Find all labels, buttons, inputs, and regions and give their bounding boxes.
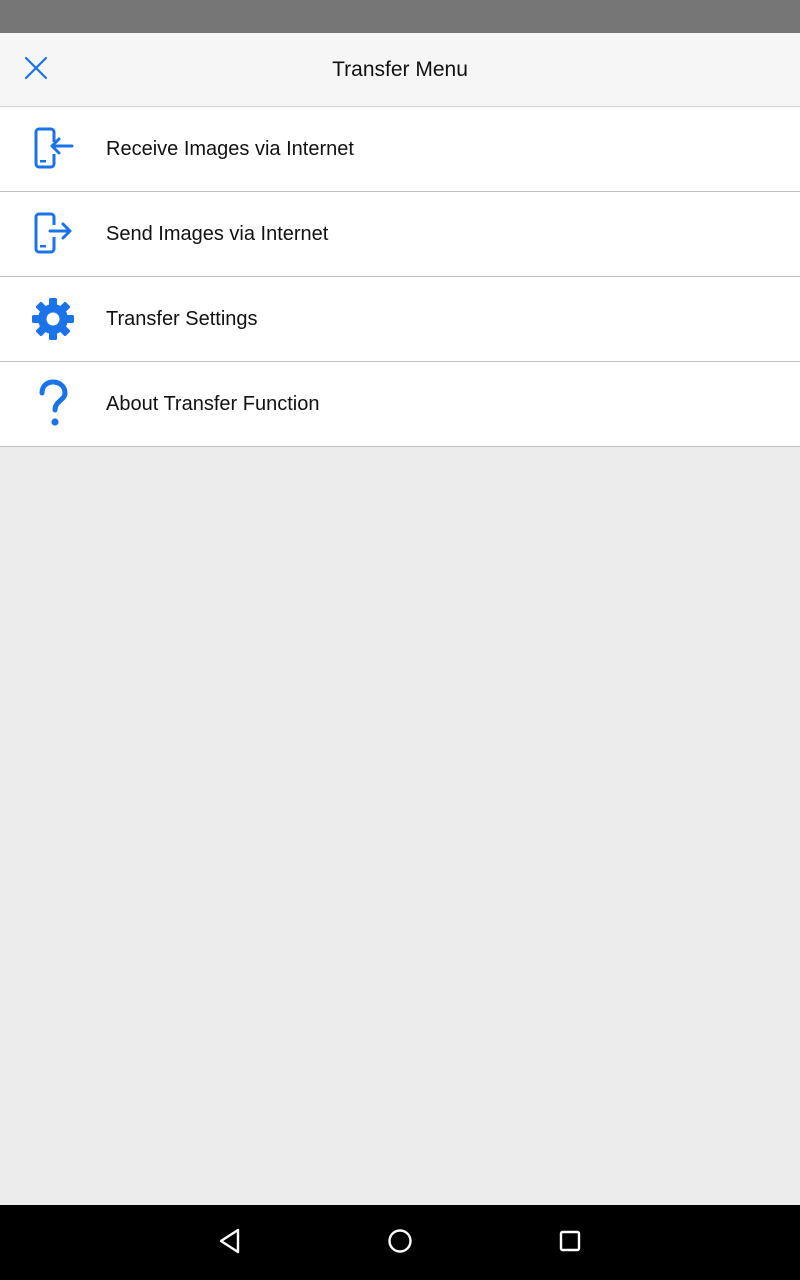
screen: Transfer Menu Receive Images via Interne… bbox=[0, 0, 800, 1280]
menu-item-about-transfer[interactable]: About Transfer Function bbox=[0, 362, 800, 447]
gear-icon bbox=[28, 294, 78, 344]
page-title: Transfer Menu bbox=[332, 58, 468, 81]
back-button[interactable] bbox=[208, 1221, 252, 1265]
menu-item-label: About Transfer Function bbox=[106, 392, 320, 415]
menu-item-label: Receive Images via Internet bbox=[106, 137, 354, 160]
menu-item-send-images[interactable]: Send Images via Internet bbox=[0, 192, 800, 277]
app-header: Transfer Menu bbox=[0, 33, 800, 107]
menu-item-label: Send Images via Internet bbox=[106, 222, 329, 245]
menu-item-transfer-settings[interactable]: Transfer Settings bbox=[0, 277, 800, 362]
close-icon bbox=[24, 56, 48, 85]
question-icon bbox=[28, 379, 78, 429]
close-button[interactable] bbox=[14, 48, 58, 92]
recents-button[interactable] bbox=[548, 1221, 592, 1265]
recents-square-icon bbox=[557, 1228, 583, 1259]
back-triangle-icon bbox=[217, 1227, 243, 1260]
status-bar bbox=[0, 0, 800, 33]
home-button[interactable] bbox=[378, 1221, 422, 1265]
menu-item-label: Transfer Settings bbox=[106, 307, 258, 330]
menu-item-receive-images[interactable]: Receive Images via Internet bbox=[0, 107, 800, 192]
system-nav-bar bbox=[0, 1205, 800, 1280]
phone-send-icon bbox=[28, 209, 78, 259]
phone-receive-icon bbox=[28, 124, 78, 174]
home-circle-icon bbox=[386, 1227, 414, 1260]
transfer-menu-list: Receive Images via Internet Send Images … bbox=[0, 107, 800, 447]
